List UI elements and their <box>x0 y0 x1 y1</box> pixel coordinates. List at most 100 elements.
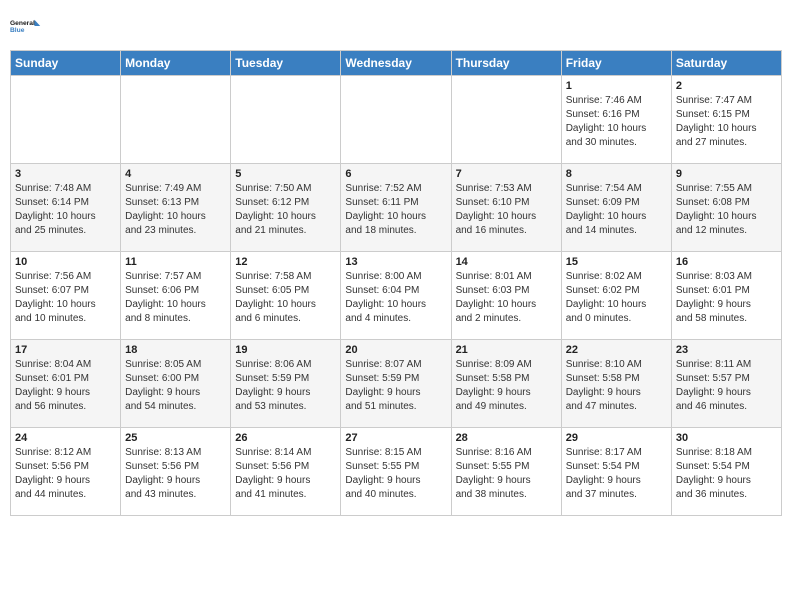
day-info: Sunrise: 8:04 AM Sunset: 6:01 PM Dayligh… <box>15 358 116 414</box>
calendar-cell: 26Sunrise: 8:14 AM Sunset: 5:56 PM Dayli… <box>231 428 341 516</box>
calendar-cell: 20 Sunrise: 8:07 AM Sunset: 5:59 PM Dayli… <box>341 340 451 428</box>
day-info: Sunrise: 8:11 AM Sunset: 5:57 PM Dayligh… <box>676 358 777 414</box>
day-info: Sunrise: 8:13 AM Sunset: 5:56 PM Dayligh… <box>125 446 226 502</box>
calendar-cell <box>451 76 561 164</box>
calendar-week-4: 24Sunrise: 8:12 AM Sunset: 5:56 PM Dayli… <box>11 428 782 516</box>
calendar-cell: 29 Sunrise: 8:17 AM Sunset: 5:54 PM Dayli… <box>561 428 671 516</box>
day-info: Sunrise: 8:07 AM Sunset: 5:59 PM Dayligh… <box>345 358 446 414</box>
day-info: Sunrise: 8:01 AM Sunset: 6:03 PM Dayligh… <box>456 270 557 326</box>
day-number: 28 <box>456 432 557 444</box>
calendar-cell <box>231 76 341 164</box>
calendar-cell: 15Sunrise: 8:02 AM Sunset: 6:02 PM Dayli… <box>561 252 671 340</box>
day-info: Sunrise: 7:48 AM Sunset: 6:14 PM Dayligh… <box>15 182 116 238</box>
day-number: 12 <box>235 256 336 268</box>
calendar-cell: 22 Sunrise: 8:10 AM Sunset: 5:58 PM Dayli… <box>561 340 671 428</box>
calendar-cell <box>121 76 231 164</box>
calendar-cell: 11Sunrise: 7:57 AM Sunset: 6:06 PM Dayli… <box>121 252 231 340</box>
day-number: 19 <box>235 344 336 356</box>
calendar-cell: 23 Sunrise: 8:11 AM Sunset: 5:57 PM Dayli… <box>671 340 781 428</box>
day-number: 9 <box>676 168 777 180</box>
weekday-header-saturday: Saturday <box>671 51 781 76</box>
day-number: 29 <box>566 432 667 444</box>
day-info: Sunrise: 8:14 AM Sunset: 5:56 PM Dayligh… <box>235 446 336 502</box>
calendar-cell: 5 Sunrise: 7:50 AM Sunset: 6:12 PM Daylig… <box>231 164 341 252</box>
calendar-cell: 25 Sunrise: 8:13 AM Sunset: 5:56 PM Dayli… <box>121 428 231 516</box>
calendar-cell: 8 Sunrise: 7:54 AM Sunset: 6:09 PM Daylig… <box>561 164 671 252</box>
calendar-table: SundayMondayTuesdayWednesdayThursdayFrid… <box>10 50 782 516</box>
day-number: 2 <box>676 80 777 92</box>
day-number: 5 <box>235 168 336 180</box>
day-info: Sunrise: 8:00 AM Sunset: 6:04 PM Dayligh… <box>345 270 446 326</box>
day-info: Sunrise: 8:02 AM Sunset: 6:02 PM Dayligh… <box>566 270 667 326</box>
weekday-header-wednesday: Wednesday <box>341 51 451 76</box>
weekday-header-monday: Monday <box>121 51 231 76</box>
day-info: Sunrise: 8:03 AM Sunset: 6:01 PM Dayligh… <box>676 270 777 326</box>
day-number: 25 <box>125 432 226 444</box>
day-info: Sunrise: 8:12 AM Sunset: 5:56 PM Dayligh… <box>15 446 116 502</box>
day-number: 6 <box>345 168 446 180</box>
day-number: 27 <box>345 432 446 444</box>
day-info: Sunrise: 8:05 AM Sunset: 6:00 PM Dayligh… <box>125 358 226 414</box>
day-number: 17 <box>15 344 116 356</box>
day-info: Sunrise: 7:56 AM Sunset: 6:07 PM Dayligh… <box>15 270 116 326</box>
weekday-header-tuesday: Tuesday <box>231 51 341 76</box>
calendar-week-2: 10 Sunrise: 7:56 AM Sunset: 6:07 PM Dayli… <box>11 252 782 340</box>
day-info: Sunrise: 7:57 AM Sunset: 6:06 PM Dayligh… <box>125 270 226 326</box>
weekday-row: SundayMondayTuesdayWednesdayThursdayFrid… <box>11 51 782 76</box>
day-number: 7 <box>456 168 557 180</box>
calendar-cell: 19 Sunrise: 8:06 AM Sunset: 5:59 PM Dayli… <box>231 340 341 428</box>
day-info: Sunrise: 8:10 AM Sunset: 5:58 PM Dayligh… <box>566 358 667 414</box>
day-number: 3 <box>15 168 116 180</box>
day-info: Sunrise: 8:18 AM Sunset: 5:54 PM Dayligh… <box>676 446 777 502</box>
day-info: Sunrise: 7:46 AM Sunset: 6:16 PM Dayligh… <box>566 94 667 150</box>
calendar-body: 1 Sunrise: 7:46 AM Sunset: 6:16 PM Daylig… <box>11 76 782 516</box>
calendar-week-1: 3 Sunrise: 7:48 AM Sunset: 6:14 PM Daylig… <box>11 164 782 252</box>
calendar-cell: 13 Sunrise: 8:00 AM Sunset: 6:04 PM Dayli… <box>341 252 451 340</box>
calendar-cell: 9 Sunrise: 7:55 AM Sunset: 6:08 PM Daylig… <box>671 164 781 252</box>
weekday-header-sunday: Sunday <box>11 51 121 76</box>
day-info: Sunrise: 7:54 AM Sunset: 6:09 PM Dayligh… <box>566 182 667 238</box>
day-info: Sunrise: 7:50 AM Sunset: 6:12 PM Dayligh… <box>235 182 336 238</box>
day-info: Sunrise: 8:17 AM Sunset: 5:54 PM Dayligh… <box>566 446 667 502</box>
calendar-cell: 4 Sunrise: 7:49 AM Sunset: 6:13 PM Daylig… <box>121 164 231 252</box>
day-number: 30 <box>676 432 777 444</box>
day-info: Sunrise: 7:53 AM Sunset: 6:10 PM Dayligh… <box>456 182 557 238</box>
calendar-cell: 28 Sunrise: 8:16 AM Sunset: 5:55 PM Dayli… <box>451 428 561 516</box>
calendar-cell: 6 Sunrise: 7:52 AM Sunset: 6:11 PM Daylig… <box>341 164 451 252</box>
day-number: 1 <box>566 80 667 92</box>
calendar-cell: 3 Sunrise: 7:48 AM Sunset: 6:14 PM Daylig… <box>11 164 121 252</box>
day-info: Sunrise: 8:16 AM Sunset: 5:55 PM Dayligh… <box>456 446 557 502</box>
calendar-cell: 12 Sunrise: 7:58 AM Sunset: 6:05 PM Dayli… <box>231 252 341 340</box>
day-info: Sunrise: 7:55 AM Sunset: 6:08 PM Dayligh… <box>676 182 777 238</box>
day-number: 8 <box>566 168 667 180</box>
day-number: 18 <box>125 344 226 356</box>
day-info: Sunrise: 8:15 AM Sunset: 5:55 PM Dayligh… <box>345 446 446 502</box>
day-number: 21 <box>456 344 557 356</box>
calendar-cell: 27 Sunrise: 8:15 AM Sunset: 5:55 PM Dayli… <box>341 428 451 516</box>
day-number: 4 <box>125 168 226 180</box>
calendar-cell: 21 Sunrise: 8:09 AM Sunset: 5:58 PM Dayli… <box>451 340 561 428</box>
day-number: 13 <box>345 256 446 268</box>
day-number: 10 <box>15 256 116 268</box>
calendar-cell: 1 Sunrise: 7:46 AM Sunset: 6:16 PM Daylig… <box>561 76 671 164</box>
calendar-week-3: 17 Sunrise: 8:04 AM Sunset: 6:01 PM Dayli… <box>11 340 782 428</box>
svg-text:Blue: Blue <box>10 27 25 34</box>
calendar-cell: 18 Sunrise: 8:05 AM Sunset: 6:00 PM Dayli… <box>121 340 231 428</box>
calendar-week-0: 1 Sunrise: 7:46 AM Sunset: 6:16 PM Daylig… <box>11 76 782 164</box>
calendar-cell: 7 Sunrise: 7:53 AM Sunset: 6:10 PM Daylig… <box>451 164 561 252</box>
day-info: Sunrise: 7:58 AM Sunset: 6:05 PM Dayligh… <box>235 270 336 326</box>
calendar-cell: 30 Sunrise: 8:18 AM Sunset: 5:54 PM Dayli… <box>671 428 781 516</box>
day-info: Sunrise: 8:06 AM Sunset: 5:59 PM Dayligh… <box>235 358 336 414</box>
calendar-cell: 16Sunrise: 8:03 AM Sunset: 6:01 PM Dayli… <box>671 252 781 340</box>
day-number: 20 <box>345 344 446 356</box>
day-info: Sunrise: 8:09 AM Sunset: 5:58 PM Dayligh… <box>456 358 557 414</box>
svg-text:General: General <box>10 20 35 27</box>
day-info: Sunrise: 7:52 AM Sunset: 6:11 PM Dayligh… <box>345 182 446 238</box>
calendar-cell: 2Sunrise: 7:47 AM Sunset: 6:15 PM Daylig… <box>671 76 781 164</box>
day-number: 23 <box>676 344 777 356</box>
calendar-cell <box>341 76 451 164</box>
day-number: 22 <box>566 344 667 356</box>
calendar-cell: 24Sunrise: 8:12 AM Sunset: 5:56 PM Dayli… <box>11 428 121 516</box>
day-info: Sunrise: 7:49 AM Sunset: 6:13 PM Dayligh… <box>125 182 226 238</box>
page-header: GeneralBlue <box>10 10 782 42</box>
